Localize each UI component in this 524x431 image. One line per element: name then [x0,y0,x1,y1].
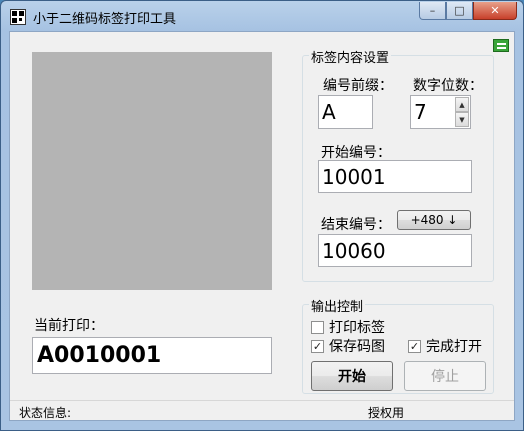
prefix-value: A [322,100,336,124]
digits-spin-buttons: ▲ ▼ [455,97,469,127]
qr-code-icon [10,9,26,25]
spin-down-icon[interactable]: ▼ [455,112,469,127]
green-menu-icon[interactable] [493,39,509,52]
save-image-checkbox[interactable]: ✓ 保存码图 [311,336,385,356]
start-button[interactable]: 开始 [311,361,393,391]
output-control-title: 输出控制 [309,296,366,315]
digits-value: 7 [414,100,427,124]
print-label-box [311,320,324,334]
open-when-done-check-icon: ✓ [408,339,421,353]
current-print-label: 当前打印： [34,318,104,334]
qr-preview-area [32,52,272,290]
label-settings-title: 标签内容设置 [309,47,392,66]
maximize-button[interactable]: □ [446,2,473,20]
open-when-done-checkbox[interactable]: ✓ 完成打开 [408,336,482,356]
start-number-value: 10001 [322,164,386,189]
start-number-input[interactable]: 10001 [318,160,472,193]
minimize-button[interactable]: – [419,2,446,20]
output-control-group: 输出控制 打印标签 ✓ 保存码图 ✓ 完成打开 开始 停止 [302,296,494,394]
increment-button[interactable]: +480 ↓ [397,210,471,230]
end-number-input[interactable]: 10060 [318,234,472,267]
digits-spinner[interactable]: 7 ▲ ▼ [410,95,471,129]
print-label-checkbox[interactable]: 打印标签 [311,317,385,337]
app-window: 小于二维码标签打印工具 – □ ✕ 标签内容设置 编号前缀： A 数字位数： 7… [0,0,524,431]
spin-up-icon[interactable]: ▲ [455,97,469,112]
client-area: 标签内容设置 编号前缀： A 数字位数： 7 ▲ ▼ 开始编号： 10001 结… [9,31,515,421]
window-title: 小于二维码标签打印工具 [33,12,177,27]
save-image-check-icon: ✓ [311,339,324,353]
print-label-text: 打印标签 [329,320,385,336]
save-image-text: 保存码图 [329,339,385,355]
open-when-done-text: 完成打开 [426,339,482,355]
label-settings-group: 标签内容设置 编号前缀： A 数字位数： 7 ▲ ▼ 开始编号： 10001 结… [302,47,494,282]
current-print-field: A0010001 [32,337,272,374]
end-number-value: 10060 [322,238,386,263]
digits-label: 数字位数： [413,78,483,94]
close-button[interactable]: ✕ [473,2,517,20]
license-label: 授权用 [368,406,405,420]
title-bar[interactable]: 小于二维码标签打印工具 – □ ✕ [1,1,523,31]
status-info-label: 状态信息: [19,406,72,420]
prefix-label: 编号前缀： [323,78,393,94]
caption-buttons: – □ ✕ [419,2,517,20]
current-print-value: A0010001 [37,343,162,368]
start-number-label: 开始编号： [321,145,391,161]
status-bar: 状态信息: 授权用 [10,400,514,420]
prefix-input[interactable]: A [318,95,373,129]
end-number-label: 结束编号： [321,217,391,233]
stop-button[interactable]: 停止 [404,361,486,391]
